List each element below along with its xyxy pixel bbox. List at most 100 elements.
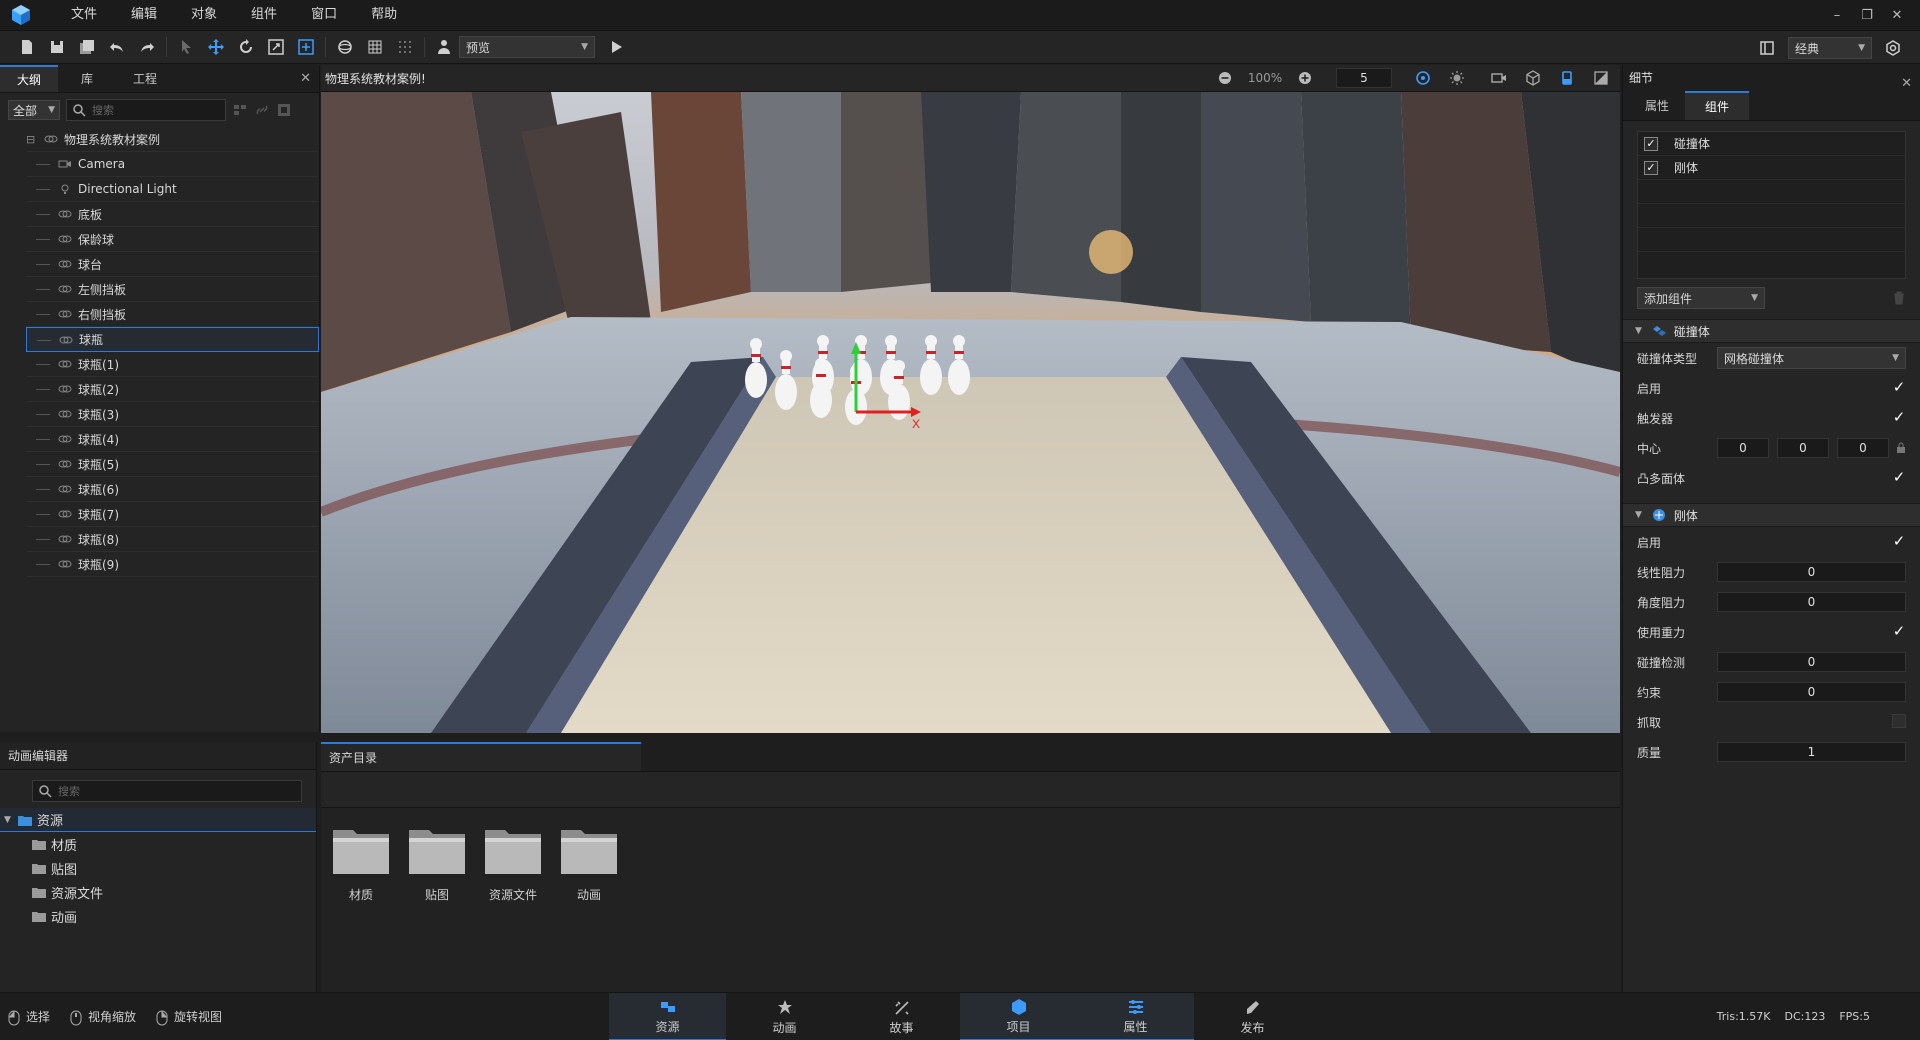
collision-detection-input[interactable]: 0 [1717,652,1906,672]
save-button[interactable] [42,34,72,60]
component-collider-checkbox[interactable]: ✓ [1644,136,1658,151]
tree-node[interactable]: 球瓶(4) [26,427,319,452]
zoom-in-button[interactable] [1294,68,1316,88]
asset-folder[interactable]: 材质 [331,824,391,903]
settings-button[interactable] [1878,35,1908,61]
tree-node[interactable]: 球瓶 [26,327,319,352]
tree-node[interactable]: 球瓶(6) [26,477,319,502]
scene-viewport[interactable]: X [321,92,1620,733]
scale-tool-button[interactable] [261,34,291,60]
tree-node[interactable]: 球瓶(7) [26,502,319,527]
angular-drag-input[interactable]: 0 [1717,592,1906,612]
group-icon[interactable] [276,102,292,118]
perspective-button[interactable] [1556,68,1578,88]
rigidbody-enabled-checkbox[interactable]: ✓ [1892,534,1906,549]
tree-node[interactable]: 球瓶(1) [26,352,319,377]
tab-project[interactable]: 项目 [960,993,1077,1040]
snap-tool-button[interactable] [291,34,321,60]
move-tool-button[interactable] [201,34,231,60]
menu-window[interactable]: 窗口 [294,0,354,30]
character-button[interactable] [429,34,459,60]
use-gravity-checkbox[interactable]: ✓ [1892,624,1906,639]
menu-edit[interactable]: 编辑 [114,0,174,30]
preview-mode-select[interactable]: 预览 ▼ [459,36,595,58]
collider-convex-checkbox[interactable]: ✓ [1892,470,1906,485]
menu-object[interactable]: 对象 [174,0,234,30]
outline-search-input[interactable]: 搜索 [66,99,226,121]
layout-select[interactable]: 经典 ▼ [1788,37,1872,59]
component-collider[interactable]: ✓ 碰撞体 [1638,132,1905,156]
collider-type-select[interactable]: 网格碰撞体 ▼ [1717,347,1906,369]
asset-folder[interactable]: 动画 [559,824,619,903]
resource-root[interactable]: ▼ 资源 [0,808,316,832]
collider-enabled-checkbox[interactable]: ✓ [1892,380,1906,395]
trash-icon[interactable] [1892,291,1906,305]
tree-node[interactable]: Camera [26,152,319,177]
panel-layout-button[interactable] [1752,35,1782,61]
rotate-tool-button[interactable] [231,34,261,60]
tree-node[interactable]: 球瓶(3) [26,402,319,427]
save-all-button[interactable] [72,34,102,60]
close-window-icon[interactable]: ✕ [1882,8,1912,23]
tab-properties[interactable]: 属性 [1077,993,1194,1040]
tab-outline[interactable]: 大纲 [0,65,58,92]
close-icon[interactable]: ✕ [1901,71,1912,97]
resource-folder[interactable]: 动画 [0,904,316,928]
tab-story[interactable]: 故事 [843,993,960,1040]
collapse-icon[interactable]: ⊟ [26,133,44,146]
center-z-input[interactable]: 0 [1837,438,1889,458]
collider-trigger-checkbox[interactable]: ✓ [1892,410,1906,425]
new-file-button[interactable] [12,34,42,60]
light-toggle-button[interactable] [1446,68,1468,88]
tree-node[interactable]: 球瓶(8) [26,527,319,552]
tree-node[interactable]: 右侧挡板 [26,302,319,327]
mass-input[interactable]: 1 [1717,742,1906,762]
menu-file[interactable]: 文件 [54,0,114,30]
world-space-button[interactable] [330,34,360,60]
linear-drag-input[interactable]: 0 [1717,562,1906,582]
tree-root[interactable]: ⊟ 物理系统教材案例 [26,127,319,152]
tree-node[interactable]: 球瓶(2) [26,377,319,402]
asset-folder[interactable]: 资源文件 [483,824,543,903]
collider-section-header[interactable]: ▼ 碰撞体 [1623,319,1920,343]
restore-icon[interactable]: ❐ [1852,8,1882,23]
tab-publish[interactable]: 发布 [1194,993,1311,1040]
play-button[interactable] [601,34,631,60]
grab-checkbox[interactable] [1892,713,1906,728]
tree-node[interactable]: 底板 [26,202,319,227]
filter-tree-icon[interactable] [232,102,248,118]
component-rigidbody[interactable]: ✓ 刚体 [1638,156,1905,180]
tab-components[interactable]: 组件 [1685,91,1749,120]
resource-folder[interactable]: 材质 [0,832,316,856]
select-tool-button[interactable] [171,34,201,60]
resource-search-input[interactable]: 搜索 [32,780,302,802]
tab-resources[interactable]: 资源 [609,993,726,1040]
tree-node[interactable]: Directional Light [26,177,319,202]
minimize-icon[interactable]: – [1822,8,1852,23]
tree-node[interactable]: 球台 [26,252,319,277]
center-x-input[interactable]: 0 [1717,438,1769,458]
tab-library[interactable]: 库 [58,65,116,92]
zoom-out-button[interactable] [1214,68,1236,88]
dot-grid-button[interactable] [390,34,420,60]
tab-asset-directory[interactable]: 资产目录 [321,742,641,771]
tree-node[interactable]: 球瓶(9) [26,552,319,577]
lock-icon[interactable] [1896,442,1906,454]
tab-animation[interactable]: 动画 [726,993,843,1040]
tree-node[interactable]: 保龄球 [26,227,319,252]
add-component-select[interactable]: 添加组件 ▼ [1637,287,1765,309]
camera-button[interactable] [1488,68,1510,88]
gizmo-toggle-button[interactable] [1412,68,1434,88]
redo-button[interactable] [132,34,162,60]
render-mode-button[interactable] [1590,68,1612,88]
tab-project[interactable]: 工程 [116,65,174,92]
asset-folder[interactable]: 贴图 [407,824,467,903]
tree-node[interactable]: 左侧挡板 [26,277,319,302]
tab-properties[interactable]: 属性 [1629,91,1685,120]
resource-folder[interactable]: 资源文件 [0,880,316,904]
chevron-down-icon[interactable]: ▼ [4,815,18,825]
resource-folder[interactable]: 贴图 [0,856,316,880]
grid-button[interactable] [360,34,390,60]
center-y-input[interactable]: 0 [1777,438,1829,458]
tree-node[interactable]: 球瓶(5) [26,452,319,477]
